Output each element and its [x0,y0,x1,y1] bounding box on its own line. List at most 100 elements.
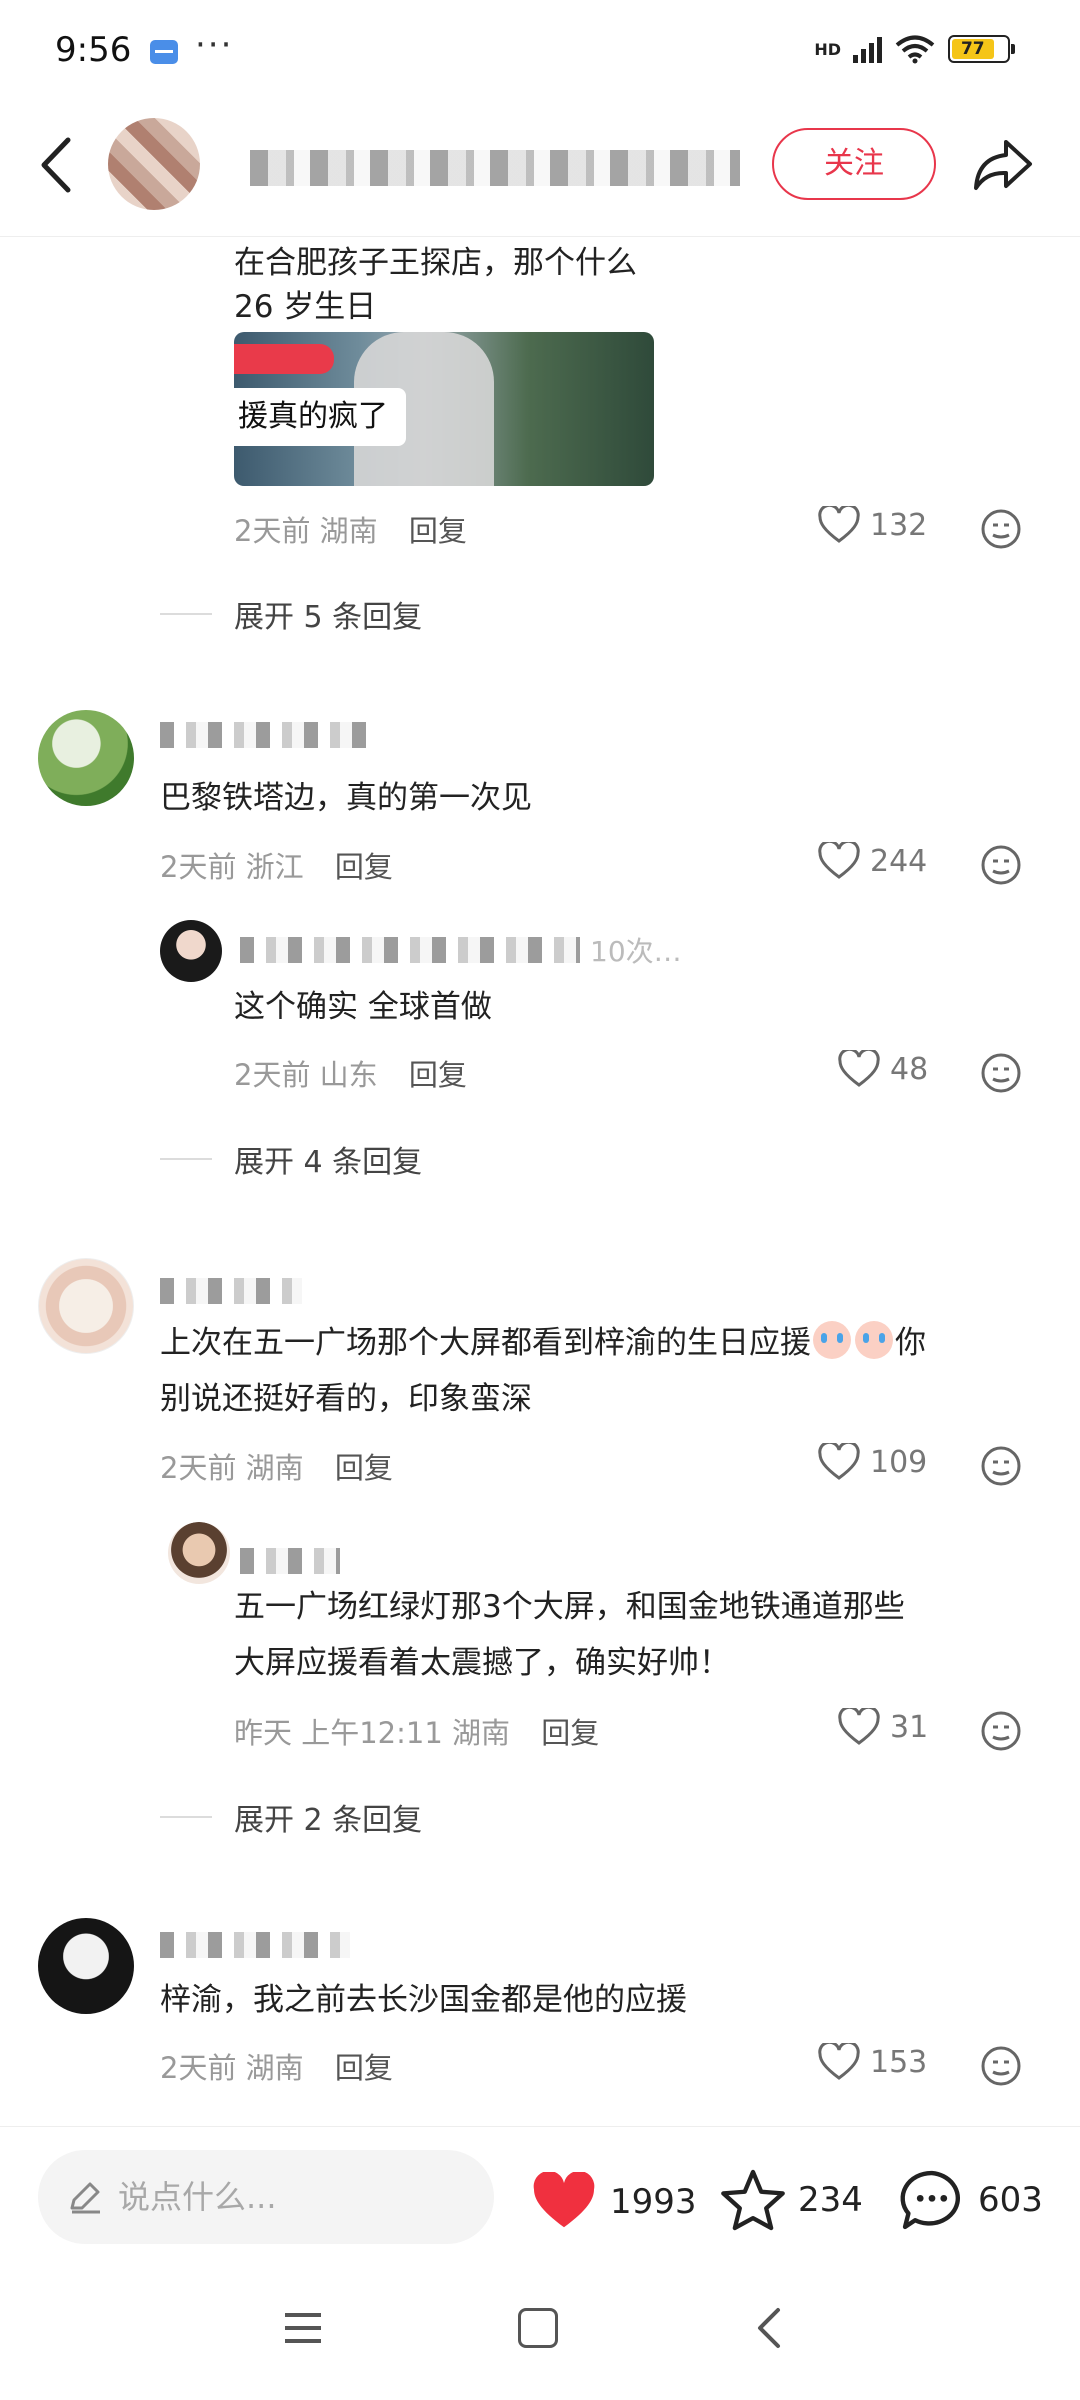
signal-icon [853,35,882,63]
expand-replies[interactable]: 展开 4 条回复 [160,1137,422,1181]
reply-button[interactable]: 回复 [335,850,393,884]
expand-line [160,1158,212,1160]
reply-button[interactable]: 回复 [541,1716,599,1750]
like-count: 31 [890,1709,929,1745]
status-more-dots: ··· [195,25,234,65]
username-redacted[interactable] [160,1278,302,1304]
reply-username[interactable]: 10次… [240,930,682,970]
comment-stat[interactable]: 603 [898,2168,1043,2232]
nav-back-icon[interactable] [750,2306,790,2350]
like-total: 1993 [610,2182,697,2222]
reply-button[interactable]: 回复 [335,2051,393,2085]
expand-label: 展开 2 条回复 [234,1803,423,1838]
reply-location: 山东 [319,1058,378,1092]
reply-button[interactable]: 回复 [409,514,467,548]
comment-location: 湖南 [245,2051,304,2085]
like-count: 153 [870,2044,928,2080]
wifi-icon [895,35,935,64]
comment-text-line: 别说还挺好看的，印象蛮深 [160,1381,532,1417]
avatar[interactable] [38,1918,134,2014]
heart-icon [818,506,860,543]
reply-location: 湖南 [452,1716,511,1750]
comment-location: 浙江 [245,850,304,884]
like-button[interactable]: 48 [838,1050,928,1088]
reply-button[interactable]: 回复 [335,1451,393,1485]
username-redacted[interactable] [160,722,370,748]
comment-time: 2天前 [160,850,237,884]
share-icon[interactable] [968,130,1038,200]
comment-time: 2天前 [234,514,311,548]
reply-text-line: 大屏应援看着太震撼了，确实好帅！ [234,1645,730,1681]
username-tail: 10次… [590,935,682,968]
emoji-react-icon[interactable] [980,508,1022,550]
status-time: 9:56 [55,30,132,70]
comment-meta: 2天前 湖南 回复 [160,2045,393,2087]
comment-text-part: 你 [895,1325,926,1361]
comment-total: 603 [978,2180,1043,2220]
back-arrow-icon[interactable] [30,130,80,200]
comment-text-line: 在合肥孩子王探店，那个什么 [234,245,637,281]
home-icon[interactable] [518,2308,558,2348]
crying-emoji-icon [855,1321,893,1359]
comment-text: 上次在五一广场那个大屏都看到梓渝的生日应援 你 别说还挺好看的，印象蛮深 [160,1318,1050,1424]
emoji-react-icon[interactable] [980,1445,1022,1487]
avatar[interactable] [38,710,134,806]
comment-meta: 2天前 湖南 回复 [160,1445,393,1487]
expand-line [160,613,212,615]
heart-icon [838,1050,880,1087]
author-avatar[interactable] [108,118,200,210]
emoji-react-icon[interactable] [980,1710,1022,1752]
reply-time: 昨天 上午12:11 [234,1716,443,1750]
expand-label: 展开 5 条回复 [234,600,423,635]
emoji-react-icon[interactable] [980,844,1022,886]
crying-emoji-icon [813,1321,851,1359]
menu-icon[interactable] [282,2310,324,2346]
expand-replies[interactable]: 展开 5 条回复 [160,592,422,636]
expand-label: 展开 4 条回复 [234,1145,423,1180]
like-count: 48 [890,1051,929,1087]
reply-meta: 2天前 山东 回复 [234,1052,467,1094]
heart-icon [818,1443,860,1480]
like-count: 244 [870,843,928,879]
comment-text: 巴黎铁塔边，真的第一次见 [160,780,532,816]
comment-text: 在合肥孩子王探店，那个什么 26 岁生日 [234,238,637,332]
like-button[interactable]: 31 [838,1708,928,1746]
expand-replies[interactable]: 展开 2 条回复 [160,1795,422,1839]
like-button[interactable]: 132 [818,506,927,544]
bottom-divider [0,2126,1080,2127]
header-divider [0,236,1080,237]
comment-input-box[interactable] [38,2150,494,2244]
reply-text: 这个确实 全球首做 [234,989,492,1025]
heart-icon [818,2043,860,2080]
comment-input[interactable] [118,2178,458,2216]
comment-text-line: 26 岁生日 [234,289,377,325]
expand-line [160,1816,212,1818]
reply-avatar[interactable] [168,1522,230,1584]
comment-location: 湖南 [245,1451,304,1485]
avatar[interactable] [38,1258,134,1354]
comment-image[interactable]: 援真的疯了 [234,332,654,486]
heart-filled-icon [533,2172,595,2228]
reply-button[interactable]: 回复 [409,1058,467,1092]
author-name-redacted[interactable] [250,150,740,186]
like-button[interactable]: 153 [818,2043,927,2081]
emoji-react-icon[interactable] [980,2045,1022,2087]
reply-avatar[interactable] [160,920,222,982]
comment-time: 2天前 [160,2051,237,2085]
follow-button[interactable]: 关注 [772,128,936,200]
emoji-react-icon[interactable] [980,1052,1022,1094]
like-button[interactable]: 244 [818,842,927,880]
username-redacted[interactable] [240,1548,340,1574]
like-button[interactable]: 109 [818,1443,927,1481]
comment-time: 2天前 [160,1451,237,1485]
reply-text: 五一广场红绿灯那3个大屏，和国金地铁通道那些 大屏应援看着太震撼了，确实好帅！ [234,1582,1054,1688]
comment-text: 梓渝，我之前去长沙国金都是他的应援 [160,1982,687,2018]
reply-text-line: 五一广场红绿灯那3个大屏，和国金地铁通道那些 [234,1589,905,1625]
image-red-banner [234,344,334,374]
hd-label: HD [814,39,841,59]
pencil-icon [70,2182,100,2214]
heart-icon [838,1708,880,1745]
favorite-stat[interactable]: 234 [720,2168,863,2232]
like-stat[interactable]: 1993 [530,2172,697,2232]
username-redacted[interactable] [160,1932,350,1958]
